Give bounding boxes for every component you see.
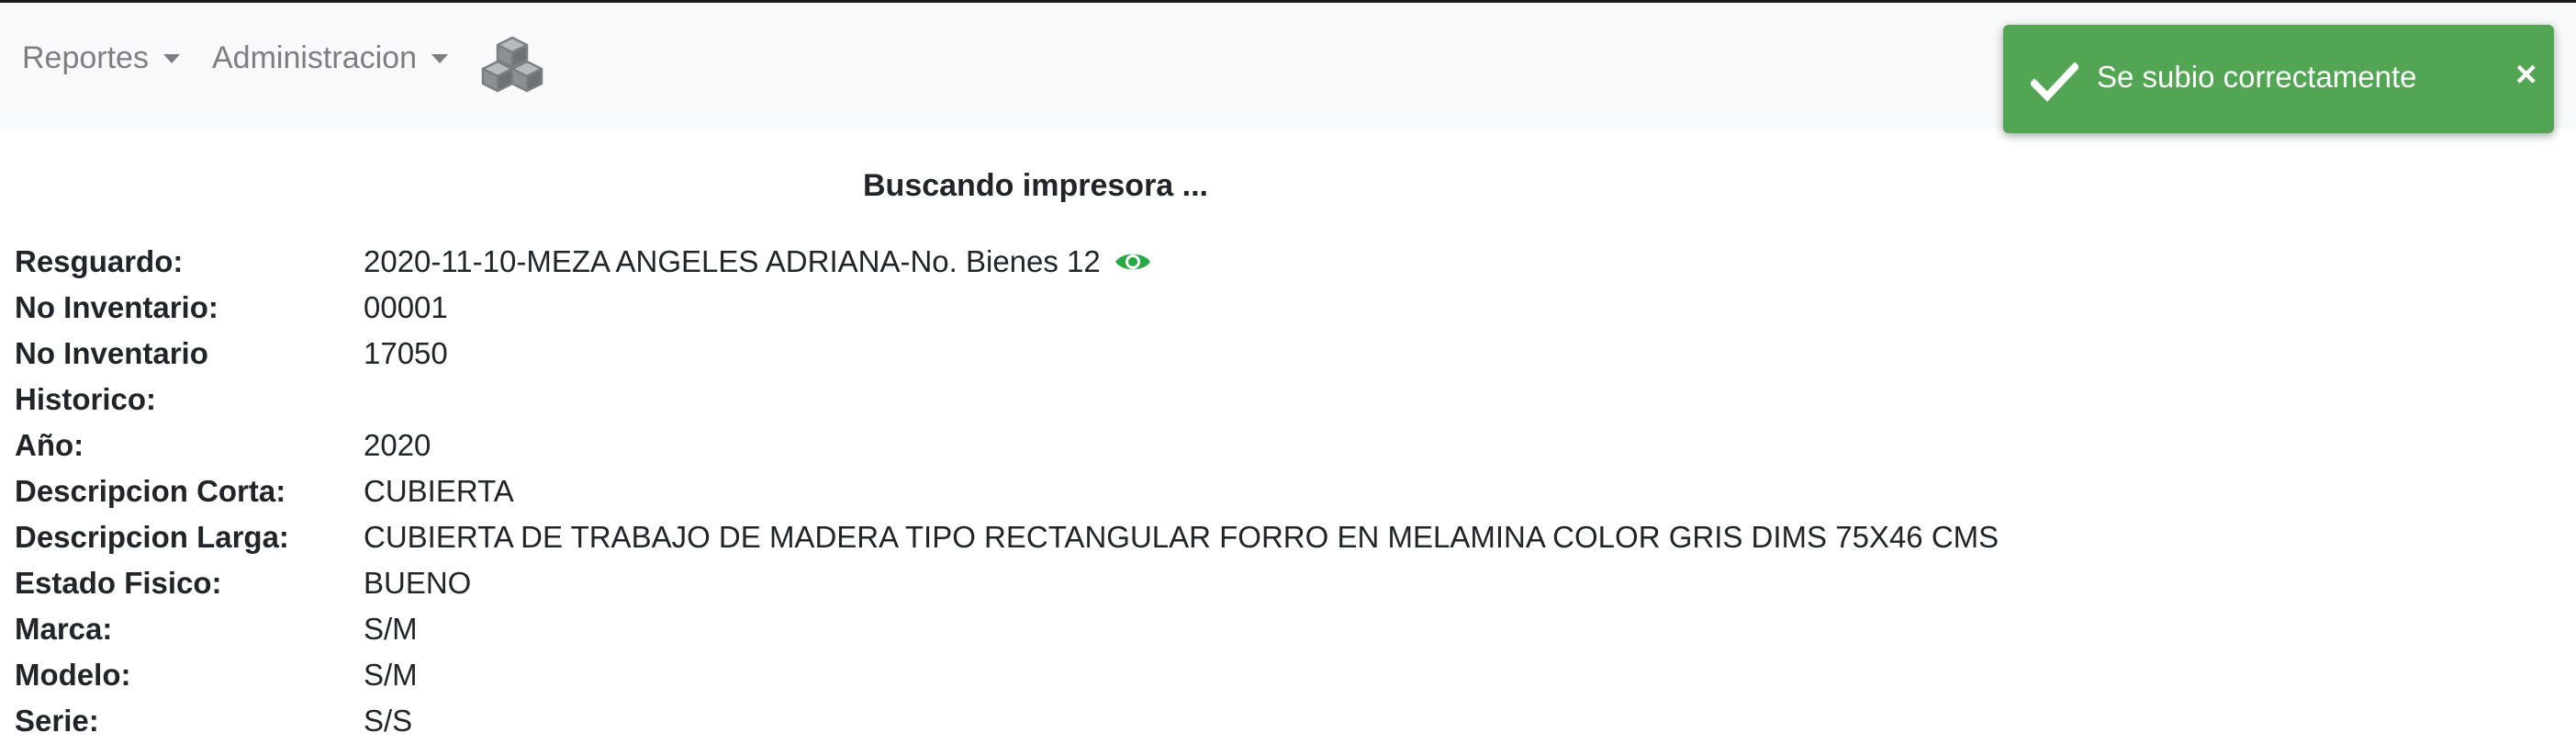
detail-label: Resguardo: xyxy=(15,244,184,278)
detail-row-no-inventario-historico: No Inventario Historico: 17050 xyxy=(15,331,1999,423)
detail-value: BUENO xyxy=(364,566,472,600)
detail-value: S/M xyxy=(364,658,418,692)
detail-row-resguardo: Resguardo: 2020-11-10-MEZA ANGELES ADRIA… xyxy=(15,239,1999,285)
detail-value: CUBIERTA xyxy=(364,474,514,508)
detail-value: 00001 xyxy=(364,290,448,324)
detail-label-line2: Historico: xyxy=(15,382,157,416)
detail-value: 17050 xyxy=(364,336,448,370)
chevron-down-icon xyxy=(431,54,448,63)
success-toast: Se subio correctamente × xyxy=(2003,25,2554,133)
cubes-icon[interactable] xyxy=(479,34,545,96)
detail-label: Año: xyxy=(15,428,84,462)
detail-label: Estado Fisico: xyxy=(15,566,222,600)
detail-label: Descripcion Corta: xyxy=(15,474,286,508)
detail-label: Modelo: xyxy=(15,658,131,692)
detail-row-estado-fisico: Estado Fisico: BUENO xyxy=(15,560,1999,606)
chevron-down-icon xyxy=(162,54,180,63)
detail-value: S/S xyxy=(364,704,413,738)
detail-value: 2020 xyxy=(364,428,431,462)
administracion-menu-label: Administracion xyxy=(212,39,417,75)
reportes-menu[interactable]: Reportes xyxy=(22,36,180,80)
detail-label: Descripcion Larga: xyxy=(15,520,289,554)
printer-status: Buscando impresora ... xyxy=(863,168,1208,203)
administracion-menu[interactable]: Administracion xyxy=(212,36,448,80)
detail-value: CUBIERTA DE TRABAJO DE MADERA TIPO RECTA… xyxy=(364,520,1999,554)
detail-label: No Inventario: xyxy=(15,290,218,324)
detail-row-modelo: Modelo: S/M xyxy=(15,652,1999,698)
toast-message: Se subio correctamente xyxy=(2097,60,2417,94)
check-icon xyxy=(2031,62,2078,102)
detail-label-line1: No Inventario xyxy=(15,336,208,370)
detail-row-anio: Año: 2020 xyxy=(15,423,1999,468)
detail-value: 2020-11-10-MEZA ANGELES ADRIANA-No. Bien… xyxy=(364,244,1101,278)
asset-details: Resguardo: 2020-11-10-MEZA ANGELES ADRIA… xyxy=(15,239,1999,744)
detail-row-marca: Marca: S/M xyxy=(15,606,1999,652)
detail-label: Serie: xyxy=(15,704,99,738)
toast-close-button[interactable]: × xyxy=(2515,54,2537,95)
detail-label: No Inventario Historico: xyxy=(15,331,364,423)
detail-value: S/M xyxy=(364,612,418,646)
detail-row-serie: Serie: S/S xyxy=(15,698,1999,744)
eye-icon[interactable] xyxy=(1114,248,1152,276)
reportes-menu-label: Reportes xyxy=(22,39,149,75)
detail-label: Marca: xyxy=(15,612,113,646)
detail-row-descripcion-larga: Descripcion Larga: CUBIERTA DE TRABAJO D… xyxy=(15,514,1999,560)
detail-row-no-inventario: No Inventario: 00001 xyxy=(15,285,1999,331)
detail-row-descripcion-corta: Descripcion Corta: CUBIERTA xyxy=(15,468,1999,514)
